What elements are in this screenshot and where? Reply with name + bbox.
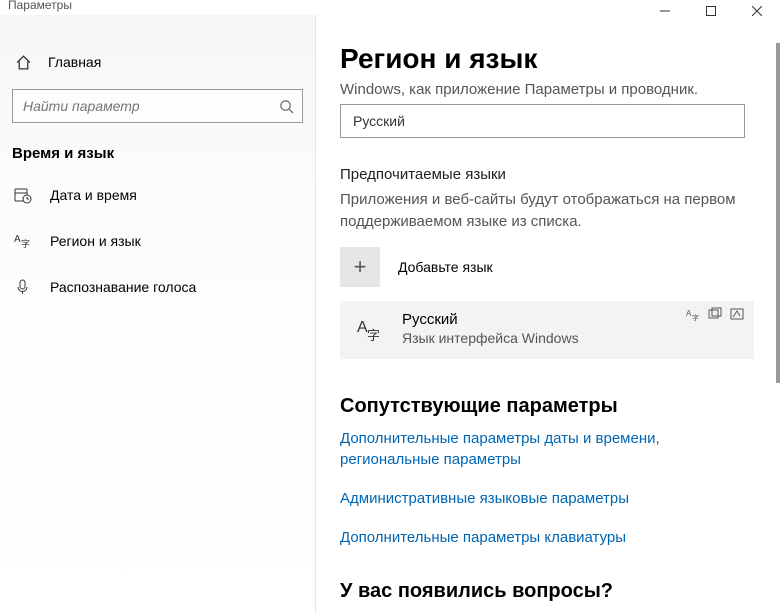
sidebar-item-region-language[interactable]: A字 Регион и язык (0, 218, 315, 264)
sidebar-item-label: Дата и время (50, 187, 137, 203)
preferred-languages-heading: Предпочитаемые языки (340, 166, 756, 183)
home-label: Главная (48, 54, 101, 70)
language-glyph-icon: A字 (354, 311, 386, 347)
add-language-label: Добавьте язык (398, 259, 493, 275)
sidebar-section-title: Время и язык (0, 131, 315, 172)
link-admin-language[interactable]: Административные языковые параметры (340, 488, 756, 509)
page-title: Регион и язык (340, 43, 756, 75)
link-additional-keyboard[interactable]: Дополнительные параметры клавиатуры (340, 527, 756, 548)
search-icon (279, 99, 294, 114)
app-title: Параметры (8, 0, 72, 12)
calendar-clock-icon (14, 186, 32, 204)
questions-heading: У вас появились вопросы? (340, 580, 756, 603)
language-item-russian[interactable]: A字 Русский Язык интерфейса Windows A字 (340, 301, 754, 359)
svg-text:A: A (14, 234, 21, 245)
language-subtitle: Язык интерфейса Windows (402, 330, 579, 346)
search-input[interactable] (23, 98, 279, 114)
svg-text:字: 字 (21, 238, 30, 249)
svg-text:字: 字 (367, 328, 380, 343)
display-language-desc: Windows, как приложение Параметры и пров… (340, 81, 756, 98)
sidebar: Главная Время и язык Дата и время A字 Рег… (0, 15, 316, 613)
language-icon: A字 (14, 232, 32, 250)
sidebar-item-datetime[interactable]: Дата и время (0, 172, 315, 218)
related-settings-heading: Сопутствующие параметры (340, 395, 756, 418)
microphone-icon (14, 278, 32, 296)
sidebar-item-label: Распознавание голоса (50, 279, 196, 295)
dropdown-value: Русский (353, 113, 405, 129)
add-language-button[interactable]: + Добавьте язык (340, 247, 745, 287)
svg-text:字: 字 (692, 313, 699, 321)
preferred-languages-desc: Приложения и веб-сайты будут отображатьс… (340, 189, 750, 233)
plus-icon: + (340, 247, 380, 287)
link-additional-date-region[interactable]: Дополнительные параметры даты и времени,… (340, 428, 756, 470)
handwriting-icon (730, 307, 744, 321)
language-name: Русский (402, 311, 579, 328)
home-nav[interactable]: Главная (0, 43, 315, 81)
home-icon (14, 53, 32, 71)
sidebar-item-label: Регион и язык (50, 233, 141, 249)
scrollbar[interactable] (776, 43, 780, 383)
search-box[interactable] (12, 89, 303, 123)
display-language-dropdown[interactable]: Русский (340, 104, 745, 138)
sidebar-item-speech[interactable]: Распознавание голоса (0, 264, 315, 310)
text-to-speech-icon: A字 (686, 307, 700, 321)
main-content: Регион и язык Windows, как приложение Па… (316, 15, 780, 613)
display-language-pack-icon (708, 307, 722, 321)
